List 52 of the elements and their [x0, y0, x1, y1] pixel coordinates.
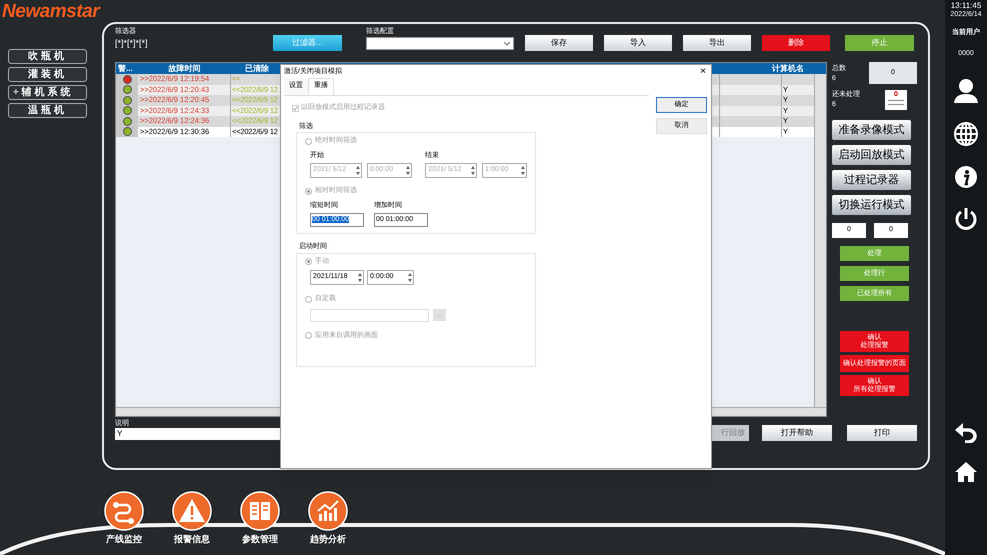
info-icon[interactable] — [954, 165, 978, 189]
mode-button[interactable]: 启动回放模式 — [832, 145, 911, 165]
nav-item[interactable]: + 辅机系统 — [8, 85, 87, 100]
spinner-icon[interactable] — [470, 165, 476, 176]
book-icon[interactable] — [240, 491, 280, 531]
spinner-icon[interactable] — [357, 272, 363, 283]
spinner-icon[interactable] — [407, 272, 413, 283]
toolbar-button[interactable]: 导入 — [604, 35, 672, 51]
back-icon[interactable] — [954, 421, 978, 443]
flow-icon[interactable] — [104, 491, 144, 531]
radio-button[interactable] — [305, 138, 312, 145]
input-field[interactable] — [310, 308, 429, 322]
clock-time: 13:11:45 — [950, 1, 982, 10]
warning-icon[interactable] — [172, 491, 212, 531]
close-button[interactable]: × — [700, 67, 708, 77]
vertical-scrollbar[interactable] — [814, 74, 826, 407]
toolbar-button[interactable]: 保存 — [525, 35, 593, 51]
nav-label[interactable]: 产线监控 — [106, 533, 142, 546]
nav-label[interactable]: 报警信息 — [174, 533, 210, 546]
nav-item[interactable]: 温瓶机 — [8, 103, 87, 118]
mode-button[interactable]: 准备录像模式 — [832, 120, 911, 140]
spinner-icon[interactable] — [404, 165, 411, 176]
action-button[interactable]: 打开帮助 — [762, 425, 832, 441]
home-icon[interactable] — [954, 461, 978, 483]
toolbar-button[interactable]: 删除 — [762, 35, 830, 51]
spinner-icon[interactable] — [354, 165, 361, 176]
mode-button[interactable]: 过程记录器 — [832, 170, 911, 190]
column-header[interactable]: 计算机名 — [772, 63, 812, 74]
spinner-icon[interactable] — [520, 165, 526, 176]
power-icon[interactable] — [954, 207, 978, 231]
expand-icon[interactable]: + — [13, 88, 19, 98]
toolbar-button[interactable]: 导出 — [683, 35, 751, 51]
mode-button[interactable]: 切换运行模式 — [832, 195, 911, 215]
radio-button[interactable] — [305, 258, 312, 266]
action-button[interactable]: 打印 — [847, 425, 917, 441]
column-header[interactable]: 已清除 — [245, 63, 275, 74]
column-header[interactable]: 故障时间 — [138, 63, 231, 74]
nav-item[interactable]: 灌装机 — [8, 67, 87, 82]
nav-item[interactable]: 吹瓶机 — [8, 49, 87, 64]
filter-expression: [*]*[*]*[*] — [115, 37, 149, 49]
column-header[interactable]: 警... — [116, 63, 138, 74]
config-dropdown[interactable] — [366, 37, 514, 50]
radio-button[interactable] — [305, 296, 312, 303]
chevron-icon — [504, 42, 510, 46]
user-icon[interactable] — [953, 77, 979, 103]
radio-button[interactable] — [305, 332, 312, 340]
logo: Newamstar — [2, 2, 100, 20]
chart-icon[interactable] — [308, 491, 348, 531]
nav-label[interactable]: 参数管理 — [242, 533, 278, 546]
globe-icon[interactable] — [953, 121, 979, 147]
radio-button[interactable] — [305, 188, 312, 195]
nav-label[interactable]: 趋势分析 — [310, 533, 346, 546]
